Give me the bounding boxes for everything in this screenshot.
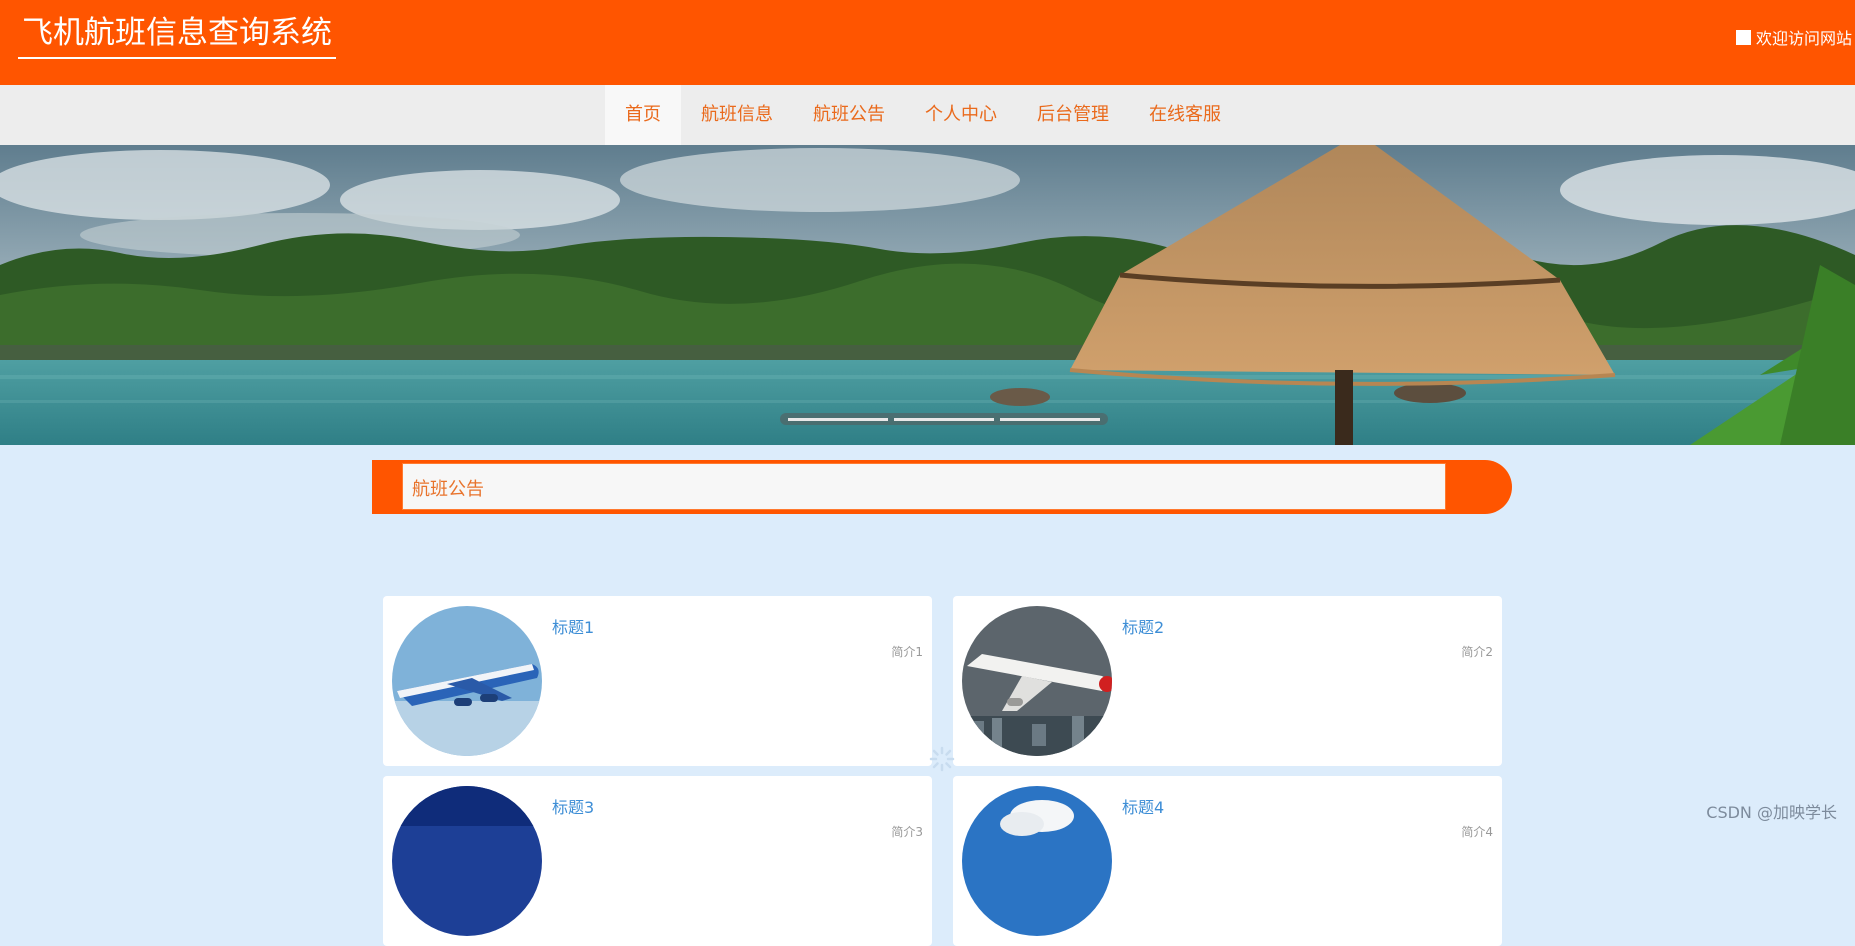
notice-content[interactable]: 航班公告 [402,463,1446,510]
card-title-1[interactable]: 标题1 [552,614,594,638]
site-header: 飞机航班信息查询系统 欢迎访问网站 [0,0,1855,85]
nav-item-flight-info[interactable]: 航班信息 [681,85,793,145]
square-icon [1735,29,1751,45]
card-desc-4: 简介4 [1461,825,1493,839]
article-card-1[interactable]: 标题1 简介1 [383,596,932,766]
banner-image [0,145,1855,445]
card-desc-3: 简介3 [891,825,923,839]
card-title-3[interactable]: 标题3 [552,794,594,818]
welcome-message: 欢迎访问网站 [1735,25,1852,49]
watermark: CSDN @加映学长 [1706,803,1837,822]
card-thumbnail-3[interactable] [392,786,542,936]
card-title-4[interactable]: 标题4 [1122,794,1164,818]
welcome-text: 欢迎访问网站 [1755,29,1852,48]
article-card-4[interactable]: 标题4 简介4 [953,776,1502,946]
loading-spinner-icon [929,746,955,772]
nav-item-home[interactable]: 首页 [605,85,681,145]
nav-item-user-center[interactable]: 个人中心 [905,85,1017,145]
carousel-dot-1[interactable] [788,417,888,421]
notice-bar: 航班公告 [372,460,1512,514]
card-thumbnail-2[interactable] [962,606,1112,756]
banner-carousel[interactable] [0,145,1855,445]
article-card-3[interactable]: 标题3 简介3 [383,776,932,946]
nav-items: 首页 航班信息 航班公告 个人中心 后台管理 在线客服 [605,85,1241,145]
card-title-2[interactable]: 标题2 [1122,614,1164,638]
carousel-dot-2[interactable] [894,417,994,421]
card-thumbnail-4[interactable] [962,786,1112,936]
carousel-dot-3[interactable] [1000,417,1100,421]
nav-item-admin[interactable]: 后台管理 [1017,85,1129,145]
card-desc-2: 简介2 [1461,645,1493,659]
carousel-indicators [780,413,1108,425]
notice-label: 航班公告 [412,479,484,500]
article-card-2[interactable]: 标题2 简介2 [953,596,1502,766]
card-thumbnail-1[interactable] [392,606,542,756]
site-title[interactable]: 飞机航班信息查询系统 [18,14,336,59]
card-desc-1: 简介1 [891,645,923,659]
main-nav: 首页 航班信息 航班公告 个人中心 后台管理 在线客服 [0,85,1855,145]
nav-item-customer-service[interactable]: 在线客服 [1129,85,1241,145]
nav-item-flight-notice[interactable]: 航班公告 [793,85,905,145]
